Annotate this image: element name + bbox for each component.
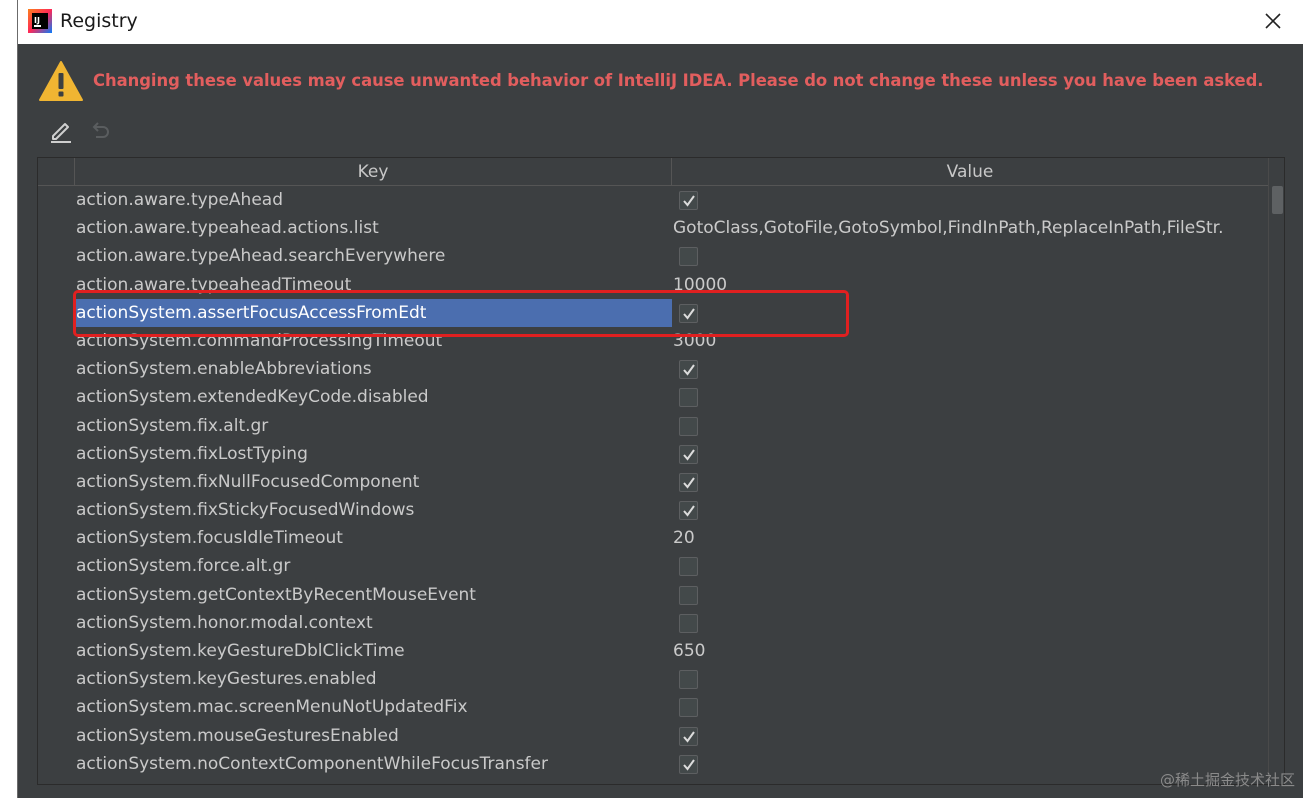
registry-dialog: IJ Registry Changing these values may ca… (17, 0, 1303, 798)
registry-key-cell[interactable]: actionSystem.focusIdleTimeout (75, 524, 672, 552)
registry-value-cell[interactable] (672, 299, 1268, 327)
table-body: action.aware.typeAhead action.aware.typea… (38, 186, 1268, 778)
table-row[interactable]: actionSystem.noContextComponentWhileFocu… (38, 750, 1268, 778)
registry-key-cell[interactable]: actionSystem.fixNullFocusedComponent (75, 468, 672, 496)
checkbox-unchecked[interactable] (679, 388, 698, 408)
registry-value-cell[interactable]: GotoClass,GotoFile,GotoSymbol,FindInPath… (672, 214, 1268, 242)
table-row[interactable]: actionSystem.getContextByRecentMouseEven… (38, 581, 1268, 609)
table-row[interactable]: actionSystem.honor.modal.context (38, 609, 1268, 637)
registry-value-cell[interactable] (672, 440, 1268, 468)
registry-key-cell[interactable]: actionSystem.enableAbbreviations (75, 355, 672, 383)
revert-icon (88, 119, 112, 143)
table-row[interactable]: actionSystem.fixLostTyping (38, 440, 1268, 468)
registry-value-cell[interactable] (672, 693, 1268, 721)
registry-value-cell[interactable] (672, 552, 1268, 580)
registry-key-cell[interactable]: actionSystem.force.alt.gr (75, 552, 672, 580)
checkbox-unchecked[interactable] (679, 613, 698, 633)
registry-value-cell[interactable] (672, 581, 1268, 609)
warning-triangle-icon (38, 60, 84, 102)
checkbox-unchecked[interactable] (679, 416, 698, 436)
watermark: @稀土掘金技术社区 (1159, 771, 1295, 789)
scrollbar-thumb[interactable] (1272, 186, 1283, 214)
table-header: Key Value (38, 158, 1268, 186)
checkbox-unchecked[interactable] (679, 698, 698, 718)
window-title: Registry (60, 10, 138, 32)
table-row[interactable]: action.aware.typeAhead (38, 186, 1268, 214)
registry-key-cell[interactable]: action.aware.typeAhead (75, 186, 672, 214)
svg-text:IJ: IJ (34, 16, 40, 25)
registry-value-cell[interactable] (672, 412, 1268, 440)
checkbox-unchecked[interactable] (679, 557, 698, 577)
warning-banner: Changing these values may cause unwanted… (18, 58, 1303, 106)
registry-key-cell[interactable]: action.aware.typeAhead.searchEverywhere (75, 242, 672, 270)
registry-key-cell[interactable]: actionSystem.extendedKeyCode.disabled (75, 383, 672, 411)
checkbox-unchecked[interactable] (679, 670, 698, 690)
close-icon[interactable] (1260, 8, 1286, 34)
registry-value-cell[interactable] (672, 355, 1268, 383)
table-row[interactable]: action.aware.typeAhead.searchEverywhere (38, 242, 1268, 270)
registry-value-cell[interactable]: 650 (672, 637, 1268, 665)
column-header-key[interactable]: Key (75, 158, 672, 186)
table-row[interactable]: actionSystem.mac.screenMenuNotUpdatedFix (38, 693, 1268, 721)
registry-value-cell[interactable] (672, 186, 1268, 214)
table-row[interactable]: actionSystem.fix.alt.gr (38, 412, 1268, 440)
checkbox-checked[interactable] (679, 501, 698, 521)
registry-key-cell[interactable]: actionSystem.noContextComponentWhileFocu… (75, 750, 672, 778)
registry-key-cell[interactable]: actionSystem.honor.modal.context (75, 609, 672, 637)
row-header-column (38, 158, 75, 186)
registry-value-cell[interactable] (672, 242, 1268, 270)
table-row[interactable]: actionSystem.fixNullFocusedComponent (38, 468, 1268, 496)
registry-key-cell[interactable]: action.aware.typeahead.actions.list (75, 214, 672, 242)
checkbox-checked[interactable] (679, 303, 698, 323)
table-row[interactable]: actionSystem.force.alt.gr (38, 552, 1268, 580)
vertical-scrollbar[interactable] (1268, 158, 1284, 784)
registry-value-cell[interactable]: 3000 (672, 327, 1268, 355)
checkbox-checked[interactable] (679, 472, 698, 492)
registry-table: Key Value action.aware.typeAhead action.a… (37, 157, 1285, 785)
registry-key-cell[interactable]: actionSystem.fixStickyFocusedWindows (75, 496, 672, 524)
checkbox-checked[interactable] (679, 360, 698, 380)
table-row[interactable]: action.aware.typeahead.actions.list GotoC… (38, 214, 1268, 242)
registry-value-cell[interactable] (672, 496, 1268, 524)
registry-key-cell[interactable]: actionSystem.getContextByRecentMouseEven… (75, 581, 672, 609)
checkbox-checked[interactable] (679, 444, 698, 464)
title-bar: IJ Registry (18, 0, 1303, 44)
intellij-app-icon: IJ (28, 9, 52, 33)
registry-key-cell[interactable]: actionSystem.assertFocusAccessFromEdt (75, 298, 672, 327)
table-row[interactable]: actionSystem.extendedKeyCode.disabled (38, 383, 1268, 411)
table-row[interactable]: actionSystem.keyGestureDblClickTime 650 (38, 637, 1268, 665)
checkbox-checked[interactable] (679, 191, 698, 210)
registry-key-cell[interactable]: actionSystem.keyGestureDblClickTime (75, 637, 672, 665)
registry-value-cell[interactable]: 20 (672, 524, 1268, 552)
registry-key-cell[interactable]: actionSystem.commandProcessingTimeout (75, 327, 672, 355)
table-row[interactable]: actionSystem.mouseGesturesEnabled (38, 722, 1268, 750)
registry-value-cell[interactable] (672, 468, 1268, 496)
registry-value-cell[interactable] (672, 609, 1268, 637)
checkbox-checked[interactable] (679, 754, 698, 774)
table-row[interactable]: actionSystem.assertFocusAccessFromEdt (38, 298, 1268, 327)
registry-value-cell[interactable]: 10000 (672, 271, 1268, 299)
registry-key-cell[interactable]: actionSystem.mac.screenMenuNotUpdatedFix (75, 693, 672, 721)
edit-pencil-icon[interactable] (48, 118, 74, 144)
registry-value-cell[interactable] (672, 722, 1268, 750)
table-row[interactable]: actionSystem.focusIdleTimeout 20 (38, 524, 1268, 552)
registry-key-cell[interactable]: actionSystem.fixLostTyping (75, 440, 672, 468)
registry-key-cell[interactable]: actionSystem.keyGestures.enabled (75, 665, 672, 693)
registry-key-cell[interactable]: action.aware.typeaheadTimeout (75, 271, 672, 299)
table-row[interactable]: actionSystem.enableAbbreviations (38, 355, 1268, 383)
checkbox-unchecked[interactable] (679, 247, 698, 267)
column-header-value[interactable]: Value (672, 158, 1268, 186)
registry-key-cell[interactable]: actionSystem.mouseGesturesEnabled (75, 722, 672, 750)
warning-message: Changing these values may cause unwanted… (93, 71, 1264, 90)
registry-value-cell[interactable] (672, 383, 1268, 411)
checkbox-checked[interactable] (679, 726, 698, 746)
table-row[interactable]: actionSystem.commandProcessingTimeout 300… (38, 327, 1268, 355)
checkbox-unchecked[interactable] (679, 585, 698, 605)
table-row[interactable]: actionSystem.fixStickyFocusedWindows (38, 496, 1268, 524)
registry-key-cell[interactable]: actionSystem.fix.alt.gr (75, 412, 672, 440)
table-row[interactable]: action.aware.typeaheadTimeout 10000 (38, 271, 1268, 299)
registry-value-cell[interactable] (672, 665, 1268, 693)
table-row[interactable]: actionSystem.keyGestures.enabled (38, 665, 1268, 693)
